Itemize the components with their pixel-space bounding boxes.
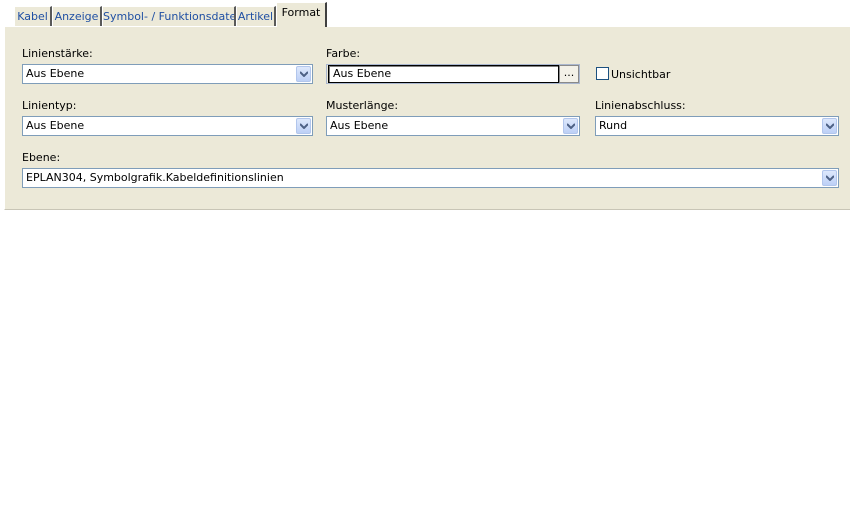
tab-symbol-funktionsdaten[interactable]: Symbol- / Funktionsdaten — [102, 6, 236, 26]
linientyp-select[interactable]: Aus Ebene — [22, 116, 313, 136]
format-panel: Linienstärke: Aus Ebene Farbe: Aus Ebene… — [4, 26, 850, 210]
farbe-label: Farbe: — [326, 47, 361, 60]
linienabschluss-value: Rund — [599, 119, 628, 132]
linienabschluss-select[interactable]: Rund — [595, 116, 839, 136]
linienstaerke-label: Linienstärke: — [22, 47, 93, 60]
tab-format[interactable]: Format — [276, 2, 327, 27]
linienstaerke-value: Aus Ebene — [26, 67, 85, 80]
linientyp-value: Aus Ebene — [26, 119, 85, 132]
linientyp-label: Linientyp: — [22, 99, 77, 112]
farbe-browse-button[interactable]: ... — [559, 65, 579, 83]
ebene-label: Ebene: — [22, 151, 61, 164]
chevron-down-icon[interactable] — [296, 118, 311, 134]
tab-strip: Kabel Anzeige Symbol- / Funktionsdaten A… — [0, 0, 850, 27]
chevron-down-icon[interactable] — [296, 66, 311, 82]
musterlaenge-label: Musterlänge: — [326, 99, 399, 112]
chevron-down-icon[interactable] — [822, 118, 837, 134]
tab-kabel[interactable]: Kabel — [14, 6, 52, 26]
chevron-down-icon[interactable] — [563, 118, 578, 134]
linienstaerke-select[interactable]: Aus Ebene — [22, 64, 313, 84]
linienabschluss-label: Linienabschluss: — [595, 99, 686, 112]
unsichtbar-label[interactable]: Unsichtbar — [611, 68, 670, 81]
ebene-value: EPLAN304, Symbolgrafik.Kabeldefinitionsl… — [26, 171, 284, 184]
ebene-select[interactable]: EPLAN304, Symbolgrafik.Kabeldefinitionsl… — [22, 168, 839, 188]
tab-anzeige[interactable]: Anzeige — [52, 6, 102, 26]
unsichtbar-checkbox[interactable] — [596, 67, 609, 80]
farbe-value: Aus Ebene — [333, 67, 392, 80]
farbe-input[interactable]: Aus Ebene — [328, 65, 559, 83]
musterlaenge-select[interactable]: Aus Ebene — [326, 116, 580, 136]
chevron-down-icon[interactable] — [822, 170, 837, 186]
musterlaenge-value: Aus Ebene — [330, 119, 389, 132]
tab-artikel[interactable]: Artikel — [236, 6, 276, 26]
